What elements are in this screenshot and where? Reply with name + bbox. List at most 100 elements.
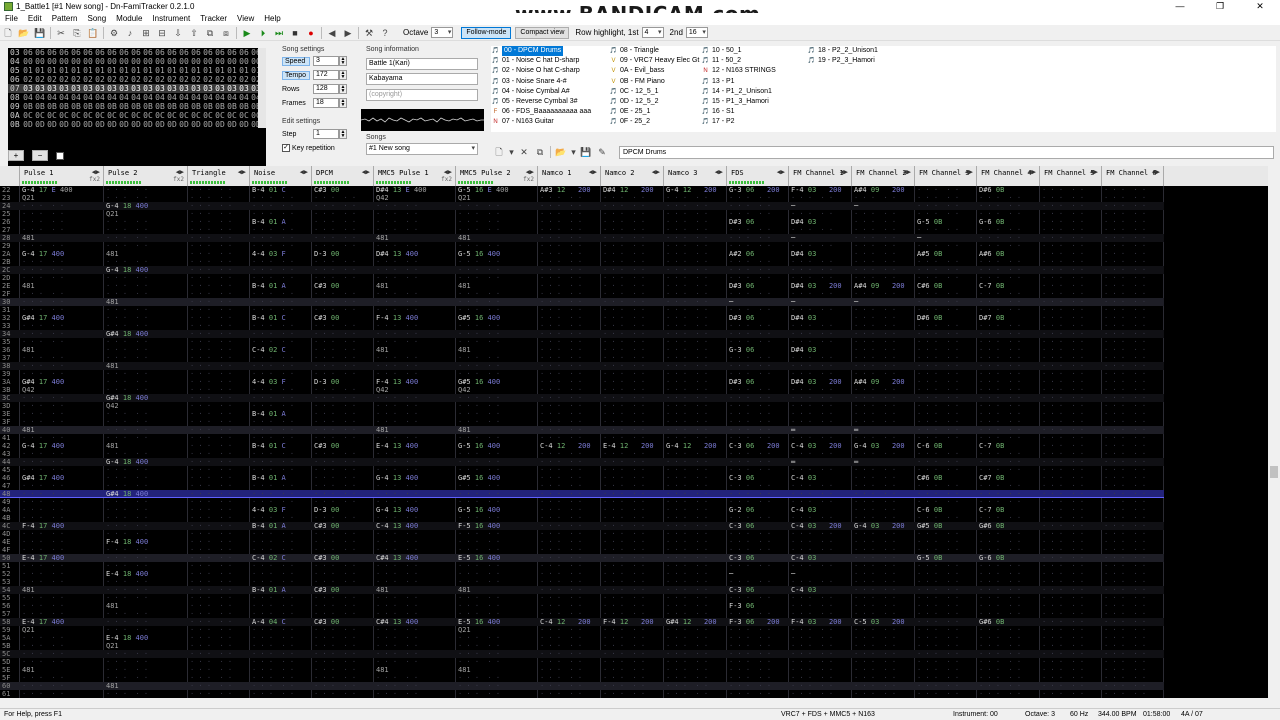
pattern-cell[interactable]: D#4 12 200 — [603, 186, 654, 194]
pattern-cell[interactable]: · · · · · — [1042, 186, 1084, 194]
pattern-cell[interactable]: · · · · · — [729, 306, 771, 314]
pattern-cell[interactable]: · · · · · — [1104, 490, 1146, 498]
pattern-cell[interactable]: · · · · · — [1104, 354, 1146, 362]
pattern-row[interactable]: 38 · · · · · 481 · · · · · · · · · · · · · · … — [0, 362, 1164, 370]
pattern-cell[interactable]: · · · · · — [1042, 338, 1084, 346]
pattern-cell[interactable]: C#4 13 400 — [376, 618, 418, 626]
pattern-cell[interactable]: C-4 02 C — [252, 346, 286, 354]
pattern-cell[interactable]: B-4 01 A — [252, 218, 286, 226]
pattern-cell[interactable]: · · · · · — [854, 434, 896, 442]
pattern-cell[interactable]: · · · · · — [190, 482, 232, 490]
frame-cell[interactable]: 04 — [226, 93, 238, 102]
pattern-cell[interactable]: · · · · · — [1104, 218, 1146, 226]
pattern-cell[interactable]: · · · · · — [106, 306, 148, 314]
pattern-cell[interactable]: · · · · · — [540, 538, 582, 546]
pattern-cell[interactable]: · · · · · — [190, 186, 232, 194]
pattern-cell[interactable]: D-3 00 — [314, 250, 339, 258]
pattern-cell[interactable]: · · · · · — [190, 658, 232, 666]
pattern-cell[interactable]: G#6 0B — [979, 618, 1004, 626]
pattern-row[interactable]: 3F · · · · · · · · · · · · · · · · · · · · · … — [0, 418, 1164, 426]
frame-cell[interactable]: 04 — [166, 93, 178, 102]
pattern-cell[interactable]: D#6 0B — [979, 186, 1004, 194]
frame-cell[interactable]: 0C — [118, 111, 130, 120]
scrollbar-thumb[interactable] — [1270, 466, 1278, 478]
cut-icon[interactable]: ✂ — [55, 27, 68, 39]
channel-expand-icon[interactable]: ◀▶ — [1152, 168, 1160, 176]
pattern-cell[interactable]: B-4 01 A — [252, 586, 286, 594]
pattern-cell[interactable]: · · · · · — [376, 650, 418, 658]
pattern-cell[interactable]: · · · · · — [917, 490, 959, 498]
pattern-cell[interactable]: · · · · · — [252, 562, 294, 570]
pattern-cell[interactable]: · · · · · — [729, 674, 771, 682]
pattern-cell[interactable]: · · · · · — [190, 402, 232, 410]
pattern-cell[interactable]: · · · · · — [729, 362, 771, 370]
pattern-cell[interactable]: · · · · · — [666, 506, 708, 514]
pattern-cell[interactable]: · · · · · — [854, 362, 896, 370]
pattern-cell[interactable]: · · · · · — [854, 474, 896, 482]
pattern-cell[interactable]: · · · · · — [1104, 370, 1146, 378]
pattern-row[interactable]: 2F · · · · · · · · · · · · · · · · · · · · · … — [0, 290, 1164, 298]
pattern-row[interactable]: 30 · · · · · 481 · · · · · · · · · · · · · · … — [0, 298, 1164, 306]
pattern-cell[interactable]: · · · · · — [252, 202, 294, 210]
pattern-cell[interactable]: · · · · · — [979, 690, 1021, 698]
pattern-row[interactable]: 3D · · · · · Q42 · · · · · · · · · · · · · · … — [0, 402, 1164, 410]
speed-spinner[interactable]: 3 — [313, 56, 339, 66]
frame-cell[interactable]: 0B — [202, 102, 214, 111]
pattern-cell[interactable]: · · · · · — [458, 274, 500, 282]
menu-instrument[interactable]: Instrument — [147, 13, 195, 25]
pattern-cell[interactable]: · · · · · — [791, 674, 833, 682]
pattern-cell[interactable]: · · · · · — [1042, 634, 1084, 642]
pattern-cell[interactable]: · · · · · — [376, 690, 418, 698]
pattern-cell[interactable]: A-4 04 C — [252, 618, 286, 626]
instrument-item[interactable]: 🎵 00 - DPCM Drums — [491, 46, 591, 57]
pattern-cell[interactable]: · · · · · — [603, 594, 645, 602]
pattern-cell[interactable]: · · · · · — [979, 682, 1021, 690]
pattern-cell[interactable]: · · · · · — [666, 434, 708, 442]
pattern-cell[interactable]: 481 — [22, 346, 35, 354]
pattern-cell[interactable]: · · · · · — [917, 594, 959, 602]
frame-cell[interactable]: 04 — [70, 93, 82, 102]
pattern-cell[interactable]: · · · · · — [917, 578, 959, 586]
pattern-cell[interactable]: · · · · · — [979, 562, 1021, 570]
pattern-cell[interactable]: · · · · · — [917, 690, 959, 698]
pattern-cell[interactable]: · · · · · — [1104, 346, 1146, 354]
pattern-row[interactable]: 2A G-4 17 400 481 · · · · · 4-4 03 F D-3 00 D#… — [0, 250, 1164, 258]
pattern-cell[interactable]: · · · · · — [854, 418, 896, 426]
pattern-cell[interactable]: · · · · · — [666, 650, 708, 658]
pattern-cell[interactable]: · · · · · — [1042, 538, 1084, 546]
pattern-cell[interactable]: · · · · · — [854, 266, 896, 274]
pattern-cell[interactable]: · · · · · — [458, 642, 500, 650]
pattern-cell[interactable]: · · · · · — [106, 186, 148, 194]
pattern-cell[interactable]: · · · · · — [666, 322, 708, 330]
pattern-cell[interactable]: · · · · · — [540, 234, 582, 242]
pattern-cell[interactable]: · · · · · — [791, 274, 833, 282]
pattern-cell[interactable]: · · · · · — [252, 602, 294, 610]
frame-cell[interactable]: 06 — [190, 48, 202, 57]
pattern-cell[interactable]: · · · · · — [603, 474, 645, 482]
pattern-cell[interactable]: · · · · · — [917, 450, 959, 458]
pattern-cell[interactable]: · · · · · — [603, 202, 645, 210]
pattern-cell[interactable]: · · · · · — [1104, 234, 1146, 242]
pattern-cell[interactable]: · · · · · — [791, 466, 833, 474]
pattern-cell[interactable]: · · · · · — [190, 602, 232, 610]
pattern-cell[interactable]: · · · · · — [376, 394, 418, 402]
pattern-cell[interactable]: · · · · · — [252, 434, 294, 442]
pattern-cell[interactable]: · · · · · — [252, 570, 294, 578]
frame-cell[interactable]: 0B — [178, 102, 190, 111]
pattern-cell[interactable]: · · · · · — [106, 426, 148, 434]
pattern-cell[interactable]: F-5 16 400 — [458, 522, 500, 530]
pattern-cell[interactable]: · · · · · — [314, 514, 356, 522]
frame-cell[interactable]: 02 — [142, 75, 154, 84]
pattern-cell[interactable]: C-4 12 200 — [540, 618, 591, 626]
pattern-row[interactable]: 47 · · · · · · · · · · · · · · · · · · · · · … — [0, 482, 1164, 490]
pattern-cell[interactable]: · · · · · — [1042, 530, 1084, 538]
open-file-icon[interactable]: 📂 — [18, 27, 31, 39]
pattern-cell[interactable]: 481 — [22, 282, 35, 290]
pattern-cell[interactable]: · · · · · — [917, 322, 959, 330]
pattern-cell[interactable]: · · · · · — [979, 274, 1021, 282]
instrument-item[interactable]: 🎵 02 - Noise O hat C-sharp — [491, 66, 591, 76]
pattern-row[interactable]: 29 · · · · · · · · · · · · · · · · · · · · · … — [0, 242, 1164, 250]
pattern-row[interactable]: 25 · · · · · Q21 · · · · · · · · · · · · · · … — [0, 210, 1164, 218]
pattern-cell[interactable]: · · · · · — [603, 570, 645, 578]
pattern-cell[interactable]: · · · · · — [603, 218, 645, 226]
